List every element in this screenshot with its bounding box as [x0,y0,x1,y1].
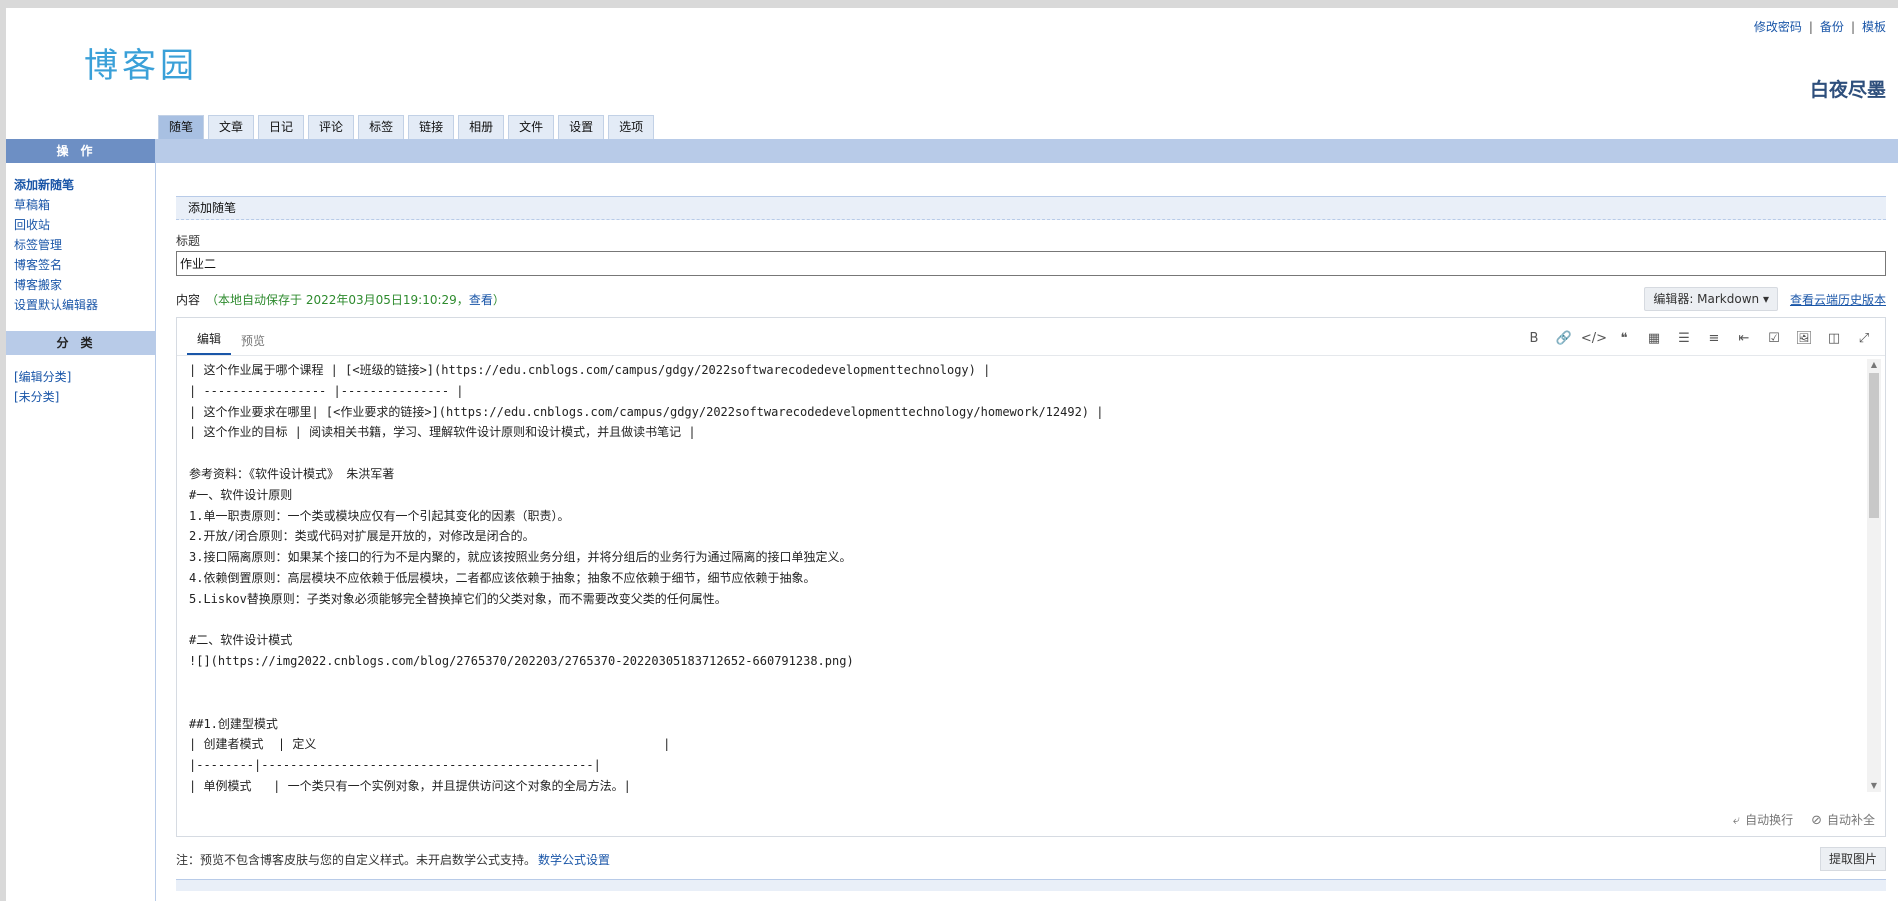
code-line: 5.Liskov替换原则：子类对象必须能够完全替换掉它们的父类对象，而不需要改变… [189,591,727,606]
sidebar-item-blog-move[interactable]: 博客搬家 [14,275,147,295]
tab-preview[interactable]: 预览 [231,332,275,355]
image-icon[interactable]: 🖼 [1789,329,1819,349]
auto-wrap-label: 自动换行 [1745,813,1794,827]
tab-tags[interactable]: 标签 [358,115,405,139]
tab-posts[interactable]: 随笔 [158,115,205,139]
editor-textarea[interactable]: | 这个作业属于哪个课程 | [<班级的链接>](https://edu.cnb… [177,357,1863,794]
main-content: 添加随笔 标题 内容 （本地自动保存于 2022年03月05日19:10:29，… [176,163,1886,901]
task-icon[interactable]: ☑ [1759,329,1789,349]
tab-albums[interactable]: 相册 [458,115,505,139]
auto-wrap-toggle[interactable]: ⤶ 自动换行 [1733,811,1793,828]
editor-scrollbar[interactable]: ▲ ▼ [1867,359,1881,792]
wrap-icon: ⤶ [1732,813,1741,828]
template-link[interactable]: 模板 [1862,20,1886,34]
note-text: 注：预览不包含博客皮肤与您的自定义样式。未开启数学公式支持。 [176,852,537,867]
sidebar: 操作 添加新随笔 草稿箱 回收站 标签管理 博客签名 博客搬家 设置默认编辑器 … [6,139,156,901]
title-label: 标题 [176,234,201,248]
nav-tabs: 随笔 文章 日记 评论 标签 链接 相册 文件 设置 选项 [158,115,658,139]
code-line: | ----------------- |--------------- | [189,383,464,398]
ordered-list-icon[interactable]: ≡ [1699,329,1729,349]
code-line: #二、软件设计模式 [189,633,293,648]
code-line: | 这个作业属于哪个课程 | [<班级的链接>](https://edu.cnb… [189,363,991,377]
markdown-editor: 编辑 预览 B 🔗 </> ❝ ▦ ☰ ≡ ⇤ ☑ 🖼 ◫ ⤢ | 这个作业属于哪个课程 | [<班级… [176,317,1886,837]
tab-settings[interactable]: 设置 [558,115,605,139]
tab-bar [156,139,1898,163]
editor-select[interactable]: 编辑器: Markdown ▾ [1644,287,1778,311]
content-label: 内容 [176,292,201,307]
blog-username: 白夜尽墨 [1809,79,1886,101]
tab-diary[interactable]: 日记 [258,115,305,139]
code-line: #一、软件设计原则 [189,487,293,502]
section-title: 添加随笔 [176,196,1886,220]
auto-complete-toggle[interactable]: ⊘ 自动补全 [1811,811,1875,828]
sidebar-item-drafts[interactable]: 草稿箱 [14,195,147,215]
tab-options[interactable]: 选项 [608,115,655,139]
cloud-history-link[interactable]: 查看云端历史版本 [1790,291,1886,308]
editor-footer: ⤶ 自动换行 ⊘ 自动补全 [1733,811,1875,828]
fullscreen-icon[interactable]: ⤢ [1849,329,1879,349]
table-icon[interactable]: ▦ [1639,329,1669,349]
code-line: ##1.创建型模式 [189,716,278,731]
autocomplete-off-icon: ⊘ [1811,813,1822,828]
scroll-thumb[interactable] [1869,373,1879,518]
code-line: |--------|------------------------------… [189,758,601,773]
code-line: 2.开放/闭合原则：类或代码对扩展是开放的，对修改是闭合的。 [189,529,535,544]
code-line: | 这个作业的目标 | 阅读相关书籍，学习、理解软件设计原则和设计模式，并且做读… [189,425,696,440]
tab-files[interactable]: 文件 [508,115,555,139]
autosave-end: ） [492,292,505,307]
autosave-status: （本地自动保存于 2022年03月05日19:10:29，查看） [206,291,505,308]
quote-icon[interactable]: ❝ [1609,329,1639,349]
tab-comments[interactable]: 评论 [308,115,355,139]
bullet-list-icon[interactable]: ☰ [1669,329,1699,349]
code-line: 参考资料：《软件设计模式》 朱洪军著 [189,466,395,481]
indent-icon[interactable]: ⇤ [1729,329,1759,349]
bottom-bar [176,879,1886,891]
sidebar-ops-list: 添加新随笔 草稿箱 回收站 标签管理 博客签名 博客搬家 设置默认编辑器 [6,163,155,321]
top-links: 修改密码 | 备份 | 模板 [1753,20,1886,34]
autosave-text: （本地自动保存于 2022年03月05日19:10:29， [206,292,469,307]
tab-links[interactable]: 链接 [408,115,455,139]
code-line: 1.单一职责原则：一个类或模块应仅有一个引起其变化的因素（职责）。 [189,508,570,523]
code-line: 3.接口隔离原则：如果某个接口的行为不是内聚的，就应该按照业务分组，并将分组后的… [189,550,852,565]
cnblogs-logo[interactable]: 博客园 [84,38,198,87]
code-icon[interactable]: </> [1579,329,1609,349]
math-settings-link[interactable]: 数学公式设置 [538,851,610,868]
code-line: | 这个作业要求在哪里| [<作业要求的链接>](https://edu.cnb… [189,404,1104,419]
content-row: 内容 （本地自动保存于 2022年03月05日19:10:29，查看） 编辑器:… [176,287,1886,311]
code-line: | 单例模式 | 一个类只有一个实例对象，并且提供访问这个对象的全局方法。| [189,778,631,793]
sidebar-item-add-post[interactable]: 添加新随笔 [14,175,147,195]
bold-icon[interactable]: B [1519,329,1549,349]
sidebar-item-edit-category[interactable]: [编辑分类] [14,367,147,387]
auto-complete-label: 自动补全 [1826,813,1875,827]
scroll-down-icon[interactable]: ▼ [1867,780,1881,792]
fetch-images-button[interactable]: 提取图片 [1819,847,1886,871]
sidebar-category-list: [编辑分类] [未分类] [6,355,155,413]
scroll-up-icon[interactable]: ▲ [1867,359,1881,371]
sidebar-item-signature[interactable]: 博客签名 [14,255,147,275]
tab-articles[interactable]: 文章 [208,115,255,139]
editor-tabs: 编辑 预览 B 🔗 </> ❝ ▦ ☰ ≡ ⇤ ☑ 🖼 ◫ ⤢ [177,318,1885,356]
tab-edit[interactable]: 编辑 [187,330,232,355]
code-line: ![](https://img2022.cnblogs.com/blog/276… [189,654,854,669]
link-icon[interactable]: 🔗 [1549,329,1579,349]
change-password-link[interactable]: 修改密码 [1754,20,1802,34]
preview-note: 注：预览不包含博客皮肤与您的自定义样式。未开启数学公式支持。 数学公式设置 提取… [176,847,1886,871]
sidebar-category-header: 分类 [6,331,155,355]
sidebar-item-default-editor[interactable]: 设置默认编辑器 [14,295,147,315]
code-line: 4.依赖倒置原则：高层模块不应依赖于低层模块，二者都应该依赖于抽象；抽象不应依赖… [189,570,816,585]
backup-link[interactable]: 备份 [1820,20,1844,34]
title-input[interactable] [176,251,1886,276]
sidebar-item-uncategorized[interactable]: [未分类] [14,387,147,407]
code-line: | 创建者模式 | 定义 | [189,737,671,752]
sidebar-item-tag-manage[interactable]: 标签管理 [14,235,147,255]
sidebar-ops-header: 操作 [6,139,155,163]
autosave-view-link[interactable]: 查看 [469,293,493,307]
split-view-icon[interactable]: ◫ [1819,329,1849,349]
sidebar-item-recycle-bin[interactable]: 回收站 [14,215,147,235]
editor-toolbar: B 🔗 </> ❝ ▦ ☰ ≡ ⇤ ☑ 🖼 ◫ ⤢ [1519,329,1879,349]
